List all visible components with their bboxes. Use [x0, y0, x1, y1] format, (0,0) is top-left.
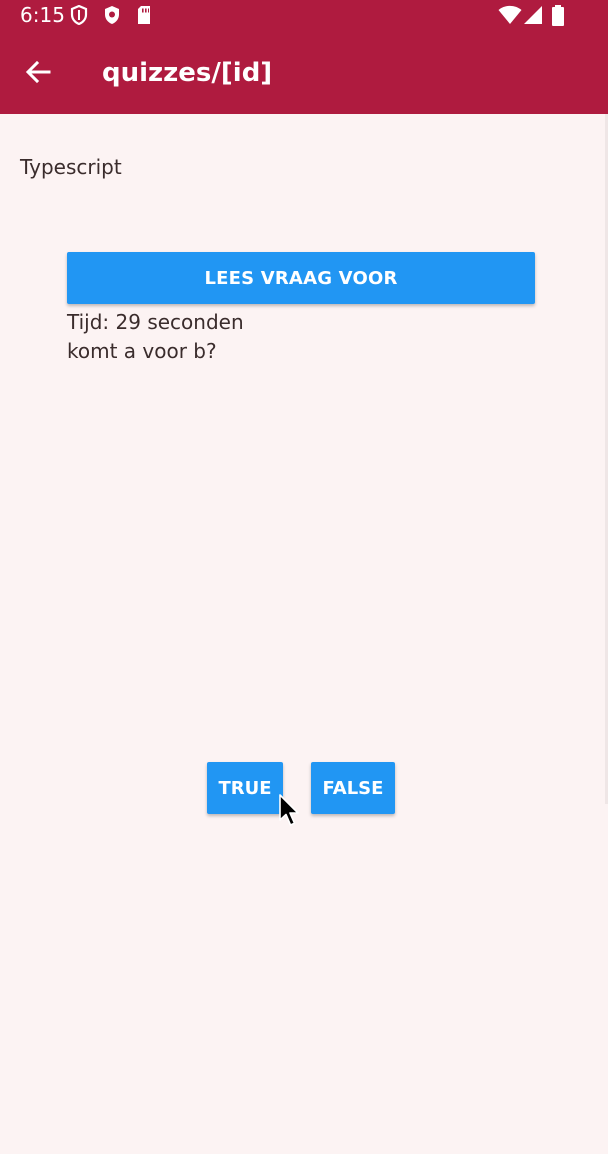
- top-header: 6:15 quizzes/[id]: [0, 0, 608, 114]
- back-button[interactable]: [18, 54, 58, 94]
- false-button[interactable]: FALSE: [311, 762, 395, 814]
- read-question-button[interactable]: LEES VRAAG VOOR: [67, 252, 535, 304]
- wifi-icon: [498, 5, 522, 25]
- page-title: quizzes/[id]: [102, 58, 273, 88]
- true-button[interactable]: TRUE: [207, 762, 283, 814]
- app-bar: quizzes/[id]: [0, 30, 608, 114]
- shield-icon: [70, 5, 90, 25]
- sd-card-icon: [136, 5, 156, 25]
- battery-icon: [551, 5, 565, 26]
- timer-text: Tijd: 29 seconden: [67, 310, 244, 334]
- app-screen: 6:15 quizzes/[id] Typescript LEES VRAAG …: [0, 0, 608, 1154]
- arrow-left-icon: [24, 58, 52, 90]
- cell-signal-icon: [523, 5, 543, 25]
- security-icon: [103, 5, 123, 25]
- mouse-cursor-icon: [278, 794, 300, 828]
- status-time: 6:15: [20, 3, 65, 27]
- quiz-topic: Typescript: [20, 155, 122, 179]
- question-text: komt a voor b?: [67, 339, 217, 363]
- status-bar: 6:15: [0, 0, 608, 30]
